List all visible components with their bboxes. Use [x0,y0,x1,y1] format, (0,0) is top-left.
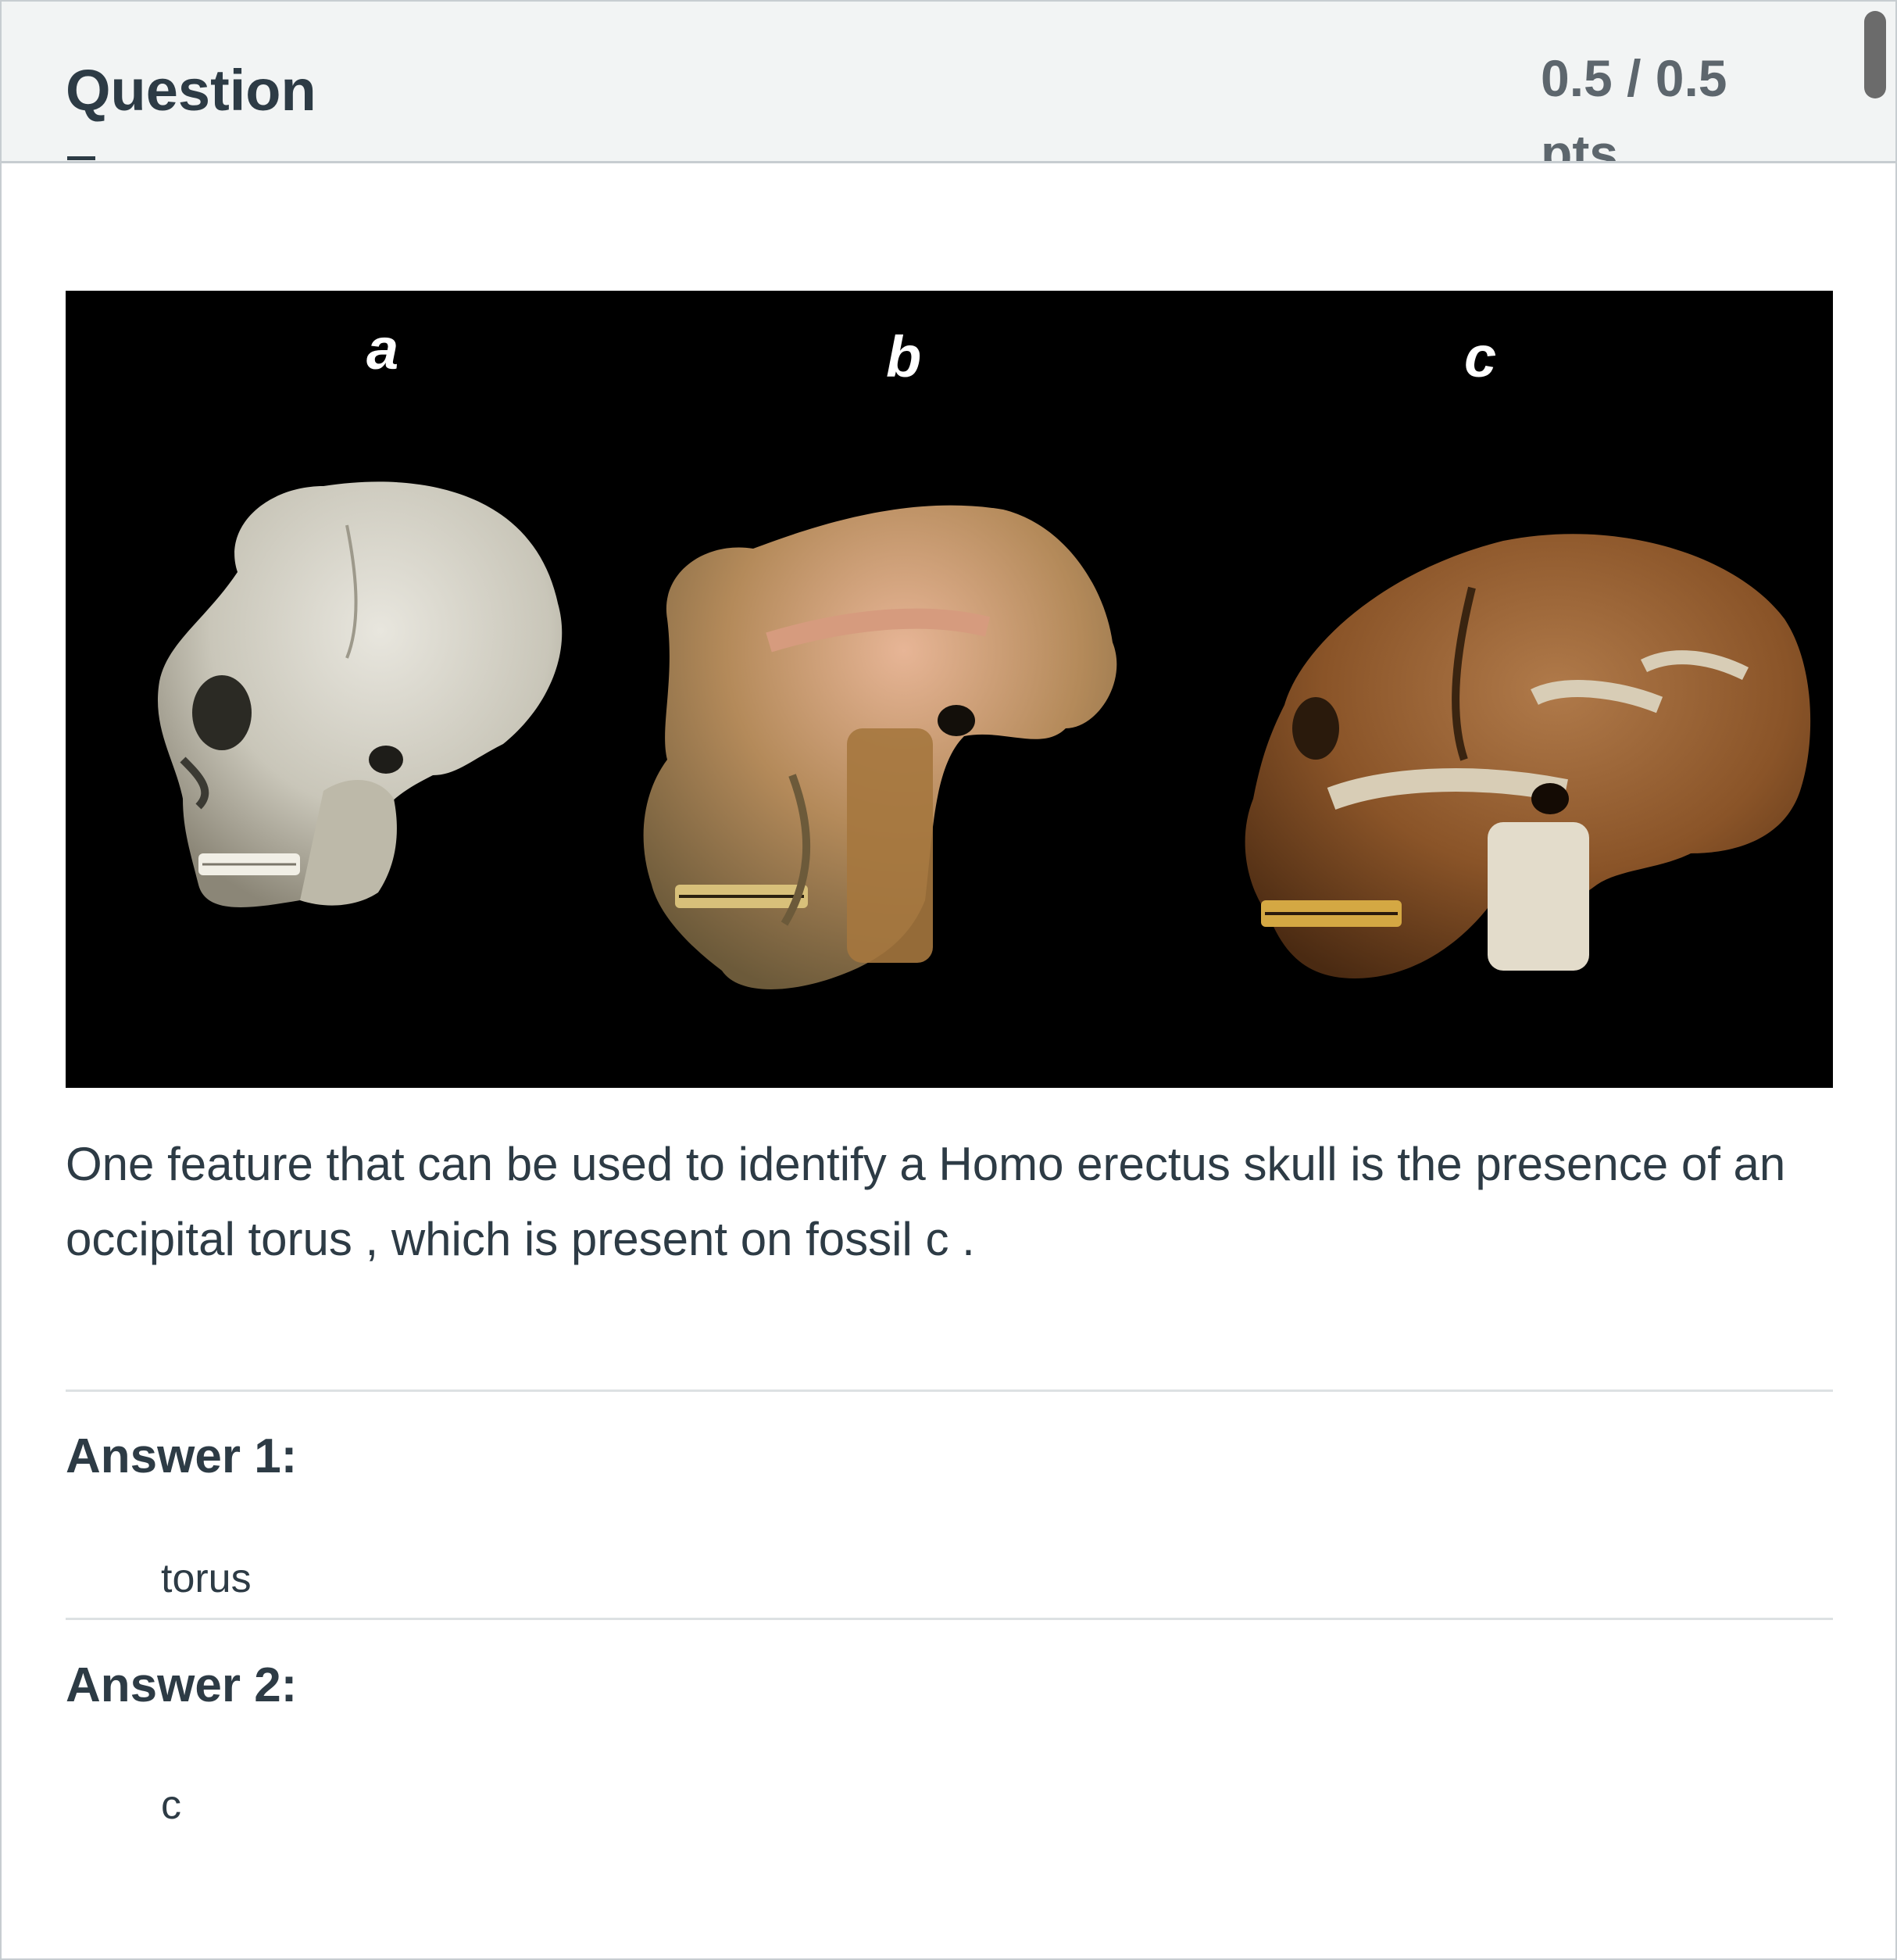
answer-2-value: c [161,1783,181,1828]
answer-1-label: Answer 1: [66,1429,298,1483]
answer-divider [66,1618,1833,1620]
scrollbar-thumb[interactable] [1864,11,1886,98]
figure-label-c: c [1464,324,1496,389]
answer-1-value: torus [161,1556,252,1601]
skull-b [643,505,1117,989]
figure-label-b: b [886,324,921,389]
answer-divider [66,1390,1833,1392]
question-points: 0.5 / 0.5 pts [1541,49,1727,163]
answer-2-label: Answer 2: [66,1658,298,1712]
skull-comparison-image: a b c [66,291,1833,1088]
question-title: Question [66,58,316,123]
title-underline [67,156,95,160]
skull-c [1245,534,1811,978]
figure-label-a: a [366,317,398,381]
question-header: Question 0.5 / 0.5 pts [2,2,1895,163]
skull-illustration: a b c [157,317,1811,989]
question-text: One feature that can be used to identify… [66,1138,1786,1265]
skull-a [157,481,563,907]
quiz-question-card: Question 0.5 / 0.5 pts a b c One feature… [0,0,1897,1960]
